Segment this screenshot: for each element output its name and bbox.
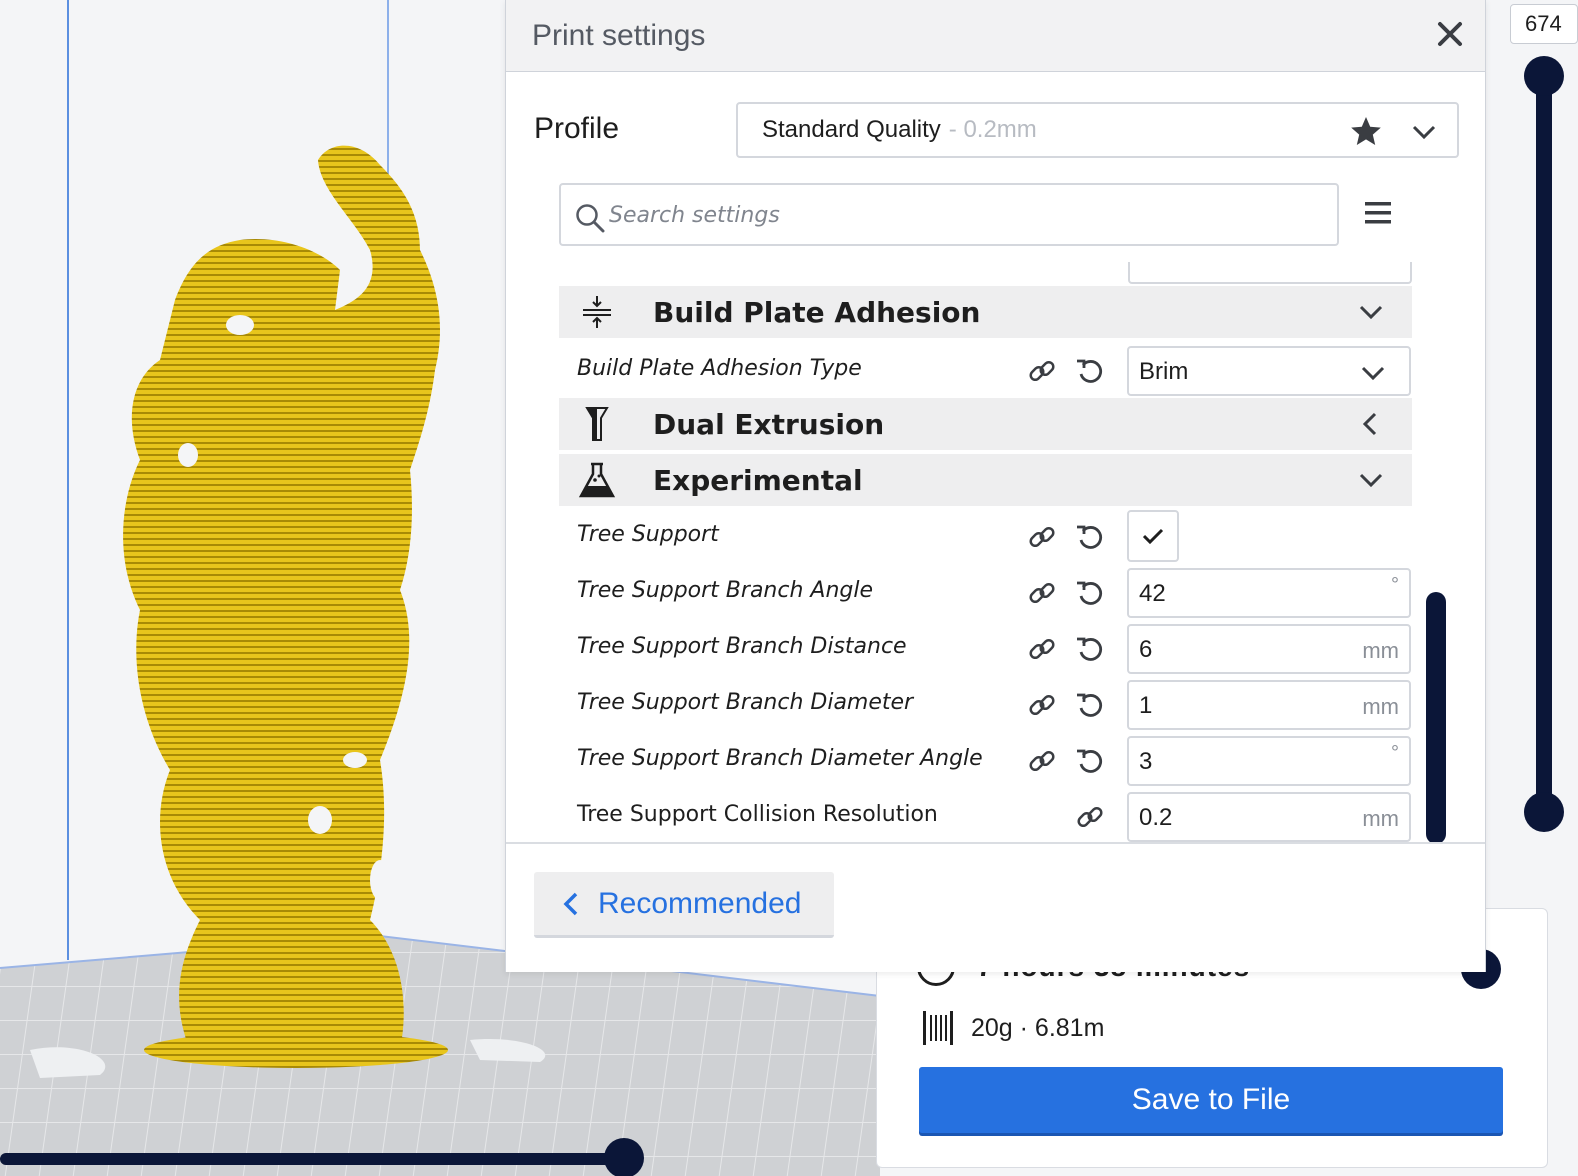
partially-visible-field <box>1128 262 1412 284</box>
save-to-file-button[interactable]: Save to File <box>919 1067 1503 1133</box>
material-usage: 20g · 6.81m <box>971 1013 1105 1042</box>
category-dual-extrusion[interactable]: Dual Extrusion <box>559 398 1412 450</box>
star-icon[interactable] <box>1350 116 1382 146</box>
filament-icon <box>923 1011 953 1045</box>
chevron-left-icon <box>1362 412 1377 436</box>
category-title: Dual Extrusion <box>653 407 885 441</box>
checkmark-icon <box>1142 528 1164 545</box>
setting-row-collision-resolution: Tree Support Collision Resolution 0.2 mm <box>559 790 1412 842</box>
setting-label: Tree Support Collision Resolution <box>577 802 938 827</box>
reset-icon[interactable] <box>1075 690 1105 720</box>
adhesion-type-dropdown[interactable]: Brim <box>1127 346 1411 396</box>
collision-resolution-input[interactable]: 0.2 mm <box>1127 792 1411 842</box>
tree-support-checkbox[interactable] <box>1127 510 1179 562</box>
path-slider-track[interactable] <box>0 1153 630 1165</box>
link-icon[interactable] <box>1027 522 1057 552</box>
link-icon[interactable] <box>1027 578 1057 608</box>
reset-icon[interactable] <box>1075 634 1105 664</box>
reset-icon[interactable] <box>1075 746 1105 776</box>
setting-row-branch-distance: Tree Support Branch Distance 6 mm <box>559 622 1412 674</box>
search-settings-field[interactable] <box>559 183 1339 246</box>
setting-label: Tree Support Branch Distance <box>577 634 907 659</box>
layer-slider-top-handle[interactable] <box>1524 56 1564 96</box>
dual-extrusion-icon <box>585 407 609 441</box>
settings-list[interactable]: Build Plate Adhesion Build Plate Adhesio… <box>506 262 1485 842</box>
reset-icon[interactable] <box>1075 522 1105 552</box>
setting-row-tree-support: Tree Support <box>559 510 1412 562</box>
reset-icon[interactable] <box>1075 356 1105 386</box>
branch-distance-input[interactable]: 6 mm <box>1127 624 1411 674</box>
setting-label: Build Plate Adhesion Type <box>577 356 862 381</box>
chevron-down-icon <box>1359 473 1383 488</box>
flask-icon <box>578 462 616 498</box>
settings-scrollbar[interactable] <box>1426 592 1446 844</box>
build-plate-adhesion-icon <box>583 296 611 328</box>
field-unit: ° <box>1391 574 1399 596</box>
field-value: 0.2 <box>1139 804 1173 831</box>
field-unit: mm <box>1362 694 1399 719</box>
material-usage-row: 20g · 6.81m <box>921 1009 1104 1047</box>
profile-dropdown[interactable]: Standard Quality - 0.2mm <box>736 102 1459 158</box>
link-icon[interactable] <box>1027 634 1057 664</box>
recommended-button[interactable]: Recommended <box>534 872 834 938</box>
panel-header: Print settings <box>506 0 1485 72</box>
reset-icon[interactable] <box>1075 578 1105 608</box>
setting-label: Tree Support Branch Angle <box>577 578 874 603</box>
field-value: 42 <box>1139 580 1166 607</box>
chevron-down-icon[interactable] <box>1410 118 1438 146</box>
link-icon[interactable] <box>1027 356 1057 386</box>
profile-label: Profile <box>534 112 620 145</box>
field-unit: mm <box>1362 638 1399 663</box>
branch-angle-input[interactable]: 42 ° <box>1127 568 1411 618</box>
close-icon[interactable] <box>1436 20 1464 48</box>
recommended-label: Recommended <box>598 886 802 920</box>
print-settings-panel: Print settings Profile Standard Quality … <box>505 0 1486 972</box>
link-icon[interactable] <box>1027 746 1057 776</box>
layer-number-display[interactable]: 674 <box>1510 4 1578 44</box>
setting-row-adhesion-type: Build Plate Adhesion Type Brim <box>559 344 1412 396</box>
panel-title: Print settings <box>532 18 706 52</box>
panel-footer: Recommended <box>506 842 1485 972</box>
branch-diameter-input[interactable]: 1 mm <box>1127 680 1411 730</box>
setting-row-branch-diameter-angle: Tree Support Branch Diameter Angle 3 ° <box>559 734 1412 786</box>
chevron-down-icon <box>1359 305 1383 320</box>
category-title: Experimental <box>653 463 863 497</box>
branch-diameter-angle-input[interactable]: 3 ° <box>1127 736 1411 786</box>
field-value: 1 <box>1139 692 1153 719</box>
setting-label: Tree Support <box>577 522 719 547</box>
link-icon[interactable] <box>1075 802 1105 832</box>
chevron-down-icon <box>1361 366 1385 381</box>
field-unit: mm <box>1362 806 1399 831</box>
layer-slider-bottom-handle[interactable] <box>1524 792 1564 832</box>
field-value: 3 <box>1139 748 1153 775</box>
hamburger-menu-icon[interactable] <box>1364 200 1392 226</box>
field-value: Brim <box>1139 358 1189 385</box>
setting-label: Tree Support Branch Diameter <box>577 690 914 715</box>
search-icon <box>576 204 605 233</box>
setting-label: Tree Support Branch Diameter Angle <box>577 746 983 771</box>
link-icon[interactable] <box>1027 690 1057 720</box>
field-unit: ° <box>1391 742 1399 764</box>
category-title: Build Plate Adhesion <box>653 295 981 329</box>
profile-layer-height: - 0.2mm <box>948 116 1037 143</box>
field-value: 6 <box>1139 636 1153 663</box>
category-experimental[interactable]: Experimental <box>559 454 1412 506</box>
profile-name: Standard Quality <box>762 116 941 143</box>
layer-slider-track[interactable] <box>1536 74 1552 814</box>
setting-row-branch-angle: Tree Support Branch Angle 42 ° <box>559 566 1412 618</box>
search-input[interactable] <box>609 193 1309 237</box>
path-slider-handle[interactable] <box>604 1138 644 1176</box>
category-build-plate-adhesion[interactable]: Build Plate Adhesion <box>559 286 1412 338</box>
setting-row-branch-diameter: Tree Support Branch Diameter 1 mm <box>559 678 1412 730</box>
chevron-left-icon <box>563 892 578 915</box>
